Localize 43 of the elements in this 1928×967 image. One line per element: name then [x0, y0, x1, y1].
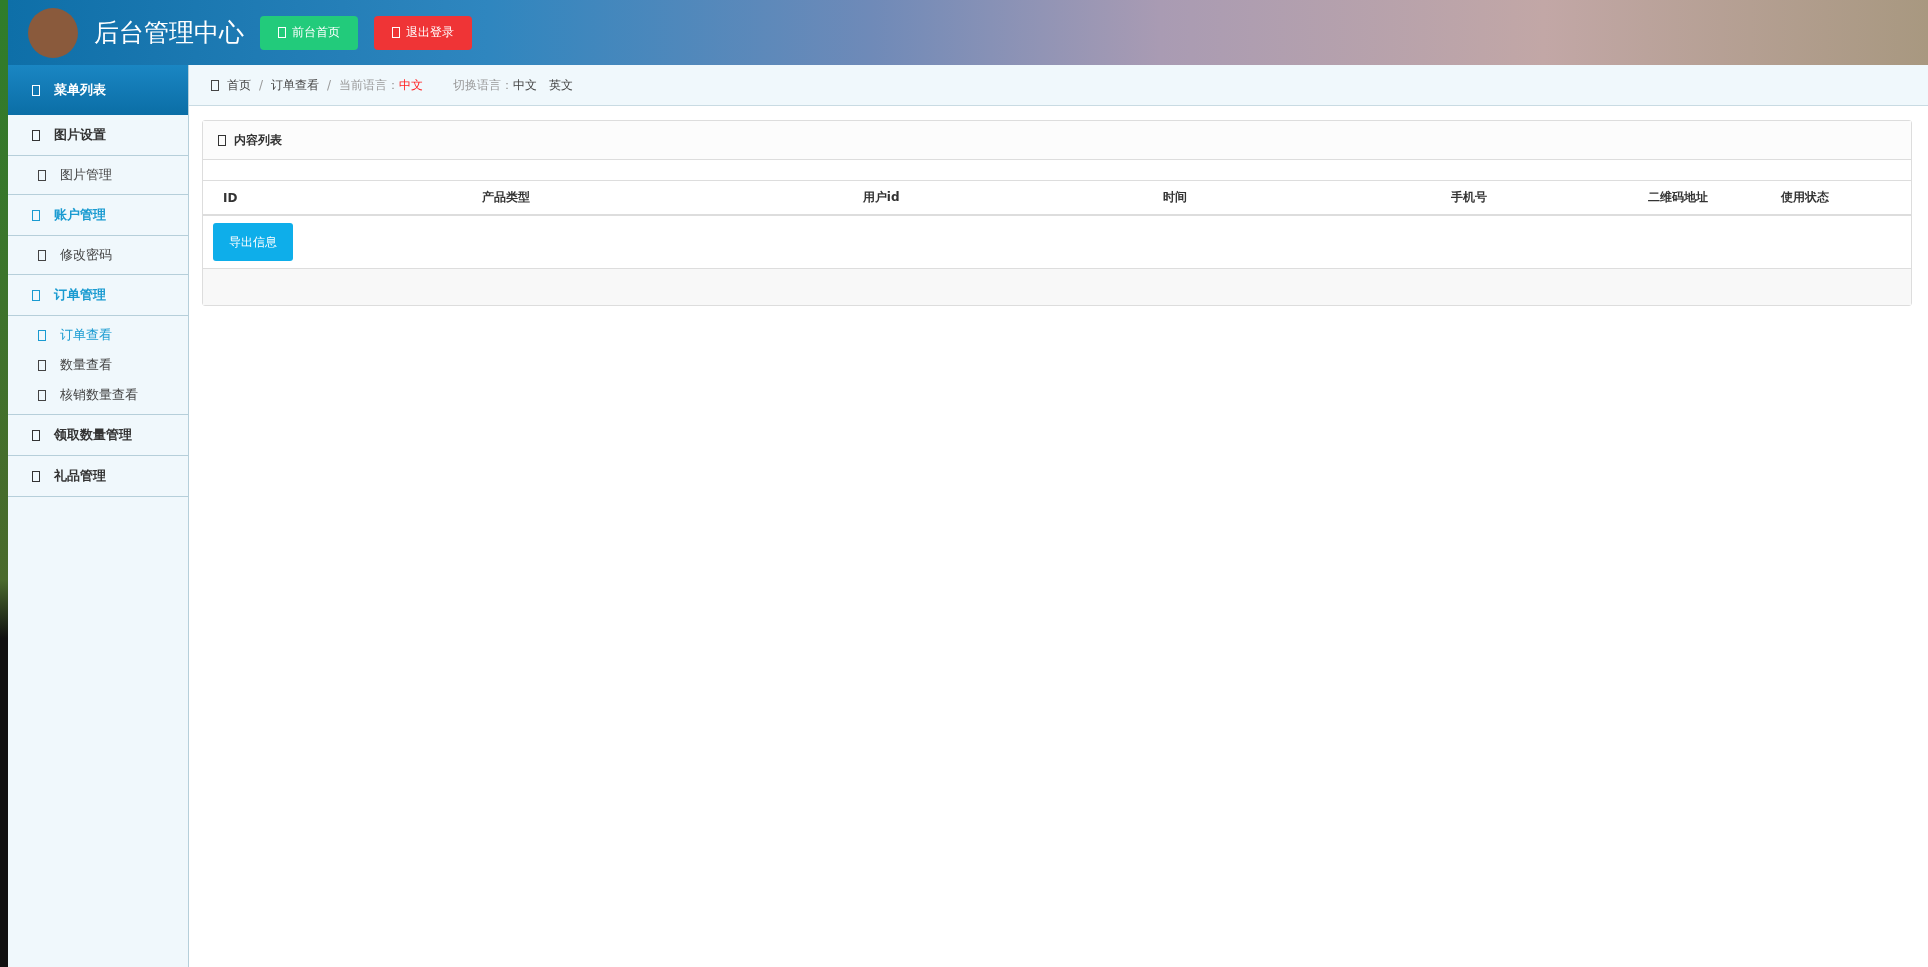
site-title: 后台管理中心 — [94, 17, 244, 49]
avatar — [28, 7, 78, 58]
placeholder-icon — [32, 129, 40, 141]
sidebar-group[interactable]: 礼品管理 — [8, 456, 188, 497]
placeholder-icon — [38, 249, 46, 261]
sidebar-item[interactable]: 图片管理 — [8, 160, 188, 190]
column-header: 时间 — [1163, 189, 1189, 206]
language-link[interactable]: 英文 — [549, 76, 574, 94]
language-label: 当前语言： — [339, 76, 400, 94]
language-link[interactable]: 中文 — [513, 76, 538, 94]
sidebar-item[interactable]: 数量查看 — [8, 350, 188, 380]
breadcrumb-link[interactable]: 订单查看 — [271, 76, 320, 94]
column-header: 手机号 — [1451, 189, 1489, 206]
placeholder-icon — [38, 389, 46, 401]
placeholder-icon — [38, 169, 46, 181]
column-header: 用户id — [862, 189, 901, 206]
switch-language-label: 切换语言： — [453, 76, 514, 94]
placeholder-icon — [32, 429, 40, 441]
column-header: 二维码地址 — [1647, 189, 1709, 206]
sidebar-item[interactable]: 修改密码 — [8, 240, 188, 270]
placeholder-icon — [32, 289, 40, 301]
column-header: 使用状态 — [1781, 189, 1831, 206]
panel-title: 内容列表 — [234, 131, 282, 149]
placeholder-icon — [32, 470, 40, 482]
placeholder-icon — [32, 84, 40, 96]
column-header: ID — [223, 190, 239, 205]
sidebar-group[interactable]: 图片设置 — [8, 115, 188, 156]
placeholder-icon — [211, 79, 219, 91]
breadcrumb-link[interactable]: 首页 — [227, 76, 251, 94]
breadcrumb-separator: / — [327, 78, 332, 92]
placeholder-icon — [278, 27, 286, 38]
placeholder-icon — [32, 209, 40, 221]
sidebar-title: 菜单列表 — [8, 65, 188, 115]
logout-button[interactable]: 退出登录 — [374, 15, 472, 50]
sidebar-item[interactable]: 核销数量查看 — [8, 380, 188, 410]
placeholder-icon — [218, 134, 226, 146]
current-language: 中文 — [399, 76, 424, 94]
placeholder-icon — [392, 27, 400, 38]
breadcrumb-separator: / — [259, 78, 264, 92]
sidebar-group[interactable]: 领取数量管理 — [8, 415, 188, 456]
column-header: 产品类型 — [482, 189, 532, 206]
placeholder-icon — [38, 329, 46, 341]
placeholder-icon — [38, 359, 46, 371]
